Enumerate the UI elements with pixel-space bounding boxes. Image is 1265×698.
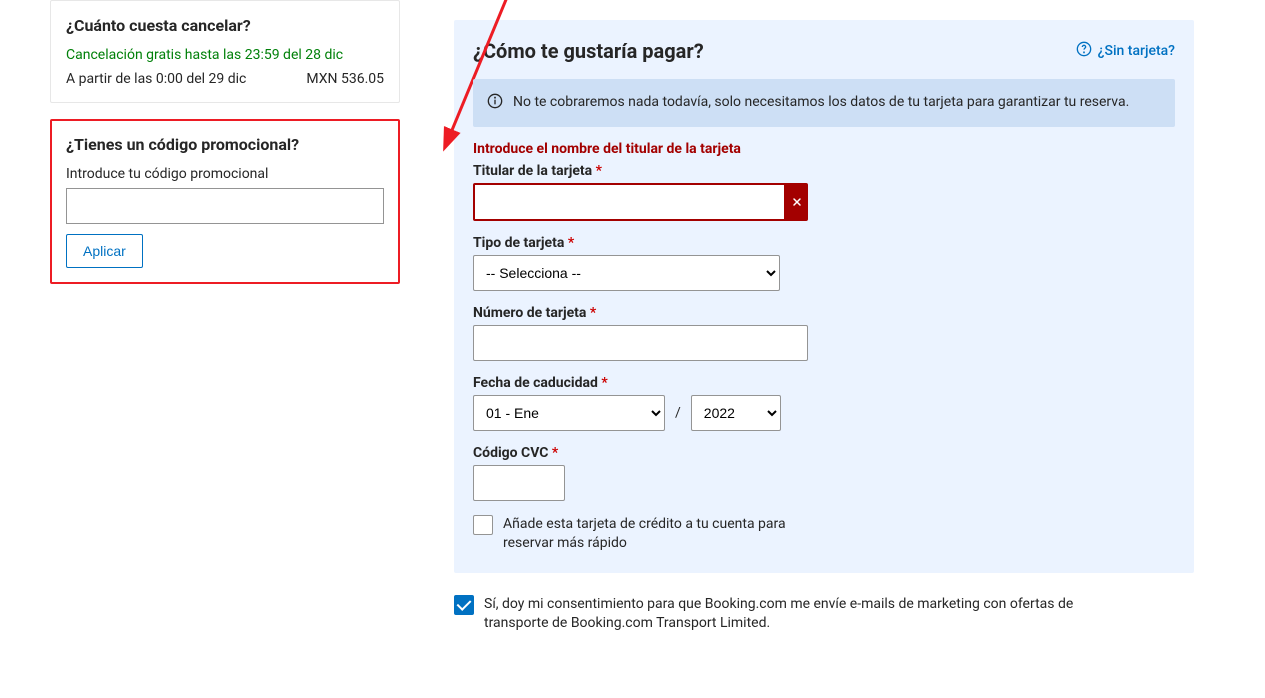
payment-info-text: No te cobraremos nada todavía, solo nece… (513, 94, 1129, 110)
expiry-label: Fecha de caducidad * (473, 375, 1175, 391)
cardholder-error-msg: Introduce el nombre del titular de la ta… (473, 141, 1175, 157)
save-card-checkbox[interactable] (473, 515, 493, 535)
cancel-cost-card: ¿Cuánto cuesta cancelar? Cancelación gra… (50, 0, 400, 103)
card-type-select[interactable]: -- Selecciona -- (473, 255, 780, 291)
no-card-link[interactable]: ¿Sin tarjeta? (1076, 41, 1175, 61)
promo-title: ¿Tienes un código promocional? (66, 135, 384, 154)
input-error-icon (786, 183, 808, 221)
expiry-year-select[interactable]: 2022 (691, 395, 781, 431)
expiry-month-select[interactable]: 01 - Ene (473, 395, 665, 431)
card-number-input[interactable] (473, 325, 808, 361)
cardholder-input[interactable] (473, 183, 786, 221)
fee-from-text: A partir de las 0:00 del 29 dic (66, 71, 246, 87)
payment-info-box: No te cobraremos nada todavía, solo nece… (473, 79, 1175, 127)
promo-code-input[interactable] (66, 188, 384, 224)
free-cancel-text: Cancelación gratis hasta las 23:59 del 2… (66, 47, 384, 63)
card-number-label: Número de tarjeta * (473, 305, 1175, 321)
card-type-label: Tipo de tarjeta * (473, 235, 1175, 251)
payment-panel: ¿Cómo te gustaría pagar? ¿Sin tarjeta? N… (454, 20, 1194, 573)
cancel-cost-title: ¿Cuánto cuesta cancelar? (66, 16, 384, 35)
fee-amount: MXN 536.05 (306, 71, 384, 87)
apply-promo-button[interactable]: Aplicar (66, 234, 143, 268)
marketing-consent-checkbox[interactable] (454, 595, 474, 615)
payment-title: ¿Cómo te gustaría pagar? (473, 39, 704, 63)
expiry-separator: / (675, 405, 681, 421)
promo-input-label: Introduce tu código promocional (66, 166, 384, 182)
no-card-label: ¿Sin tarjeta? (1098, 43, 1175, 59)
cvc-input[interactable] (473, 465, 565, 501)
info-icon (487, 93, 503, 109)
promo-code-card: ¿Tienes un código promocional? Introduce… (50, 119, 400, 284)
help-icon (1076, 41, 1092, 61)
cardholder-label: Titular de la tarjeta * (473, 163, 1175, 179)
cvc-label: Código CVC * (473, 445, 1175, 461)
marketing-consent-label: Sí, doy mi consentimiento para que Booki… (484, 595, 1124, 634)
save-card-label: Añade esta tarjeta de crédito a tu cuent… (503, 515, 823, 554)
